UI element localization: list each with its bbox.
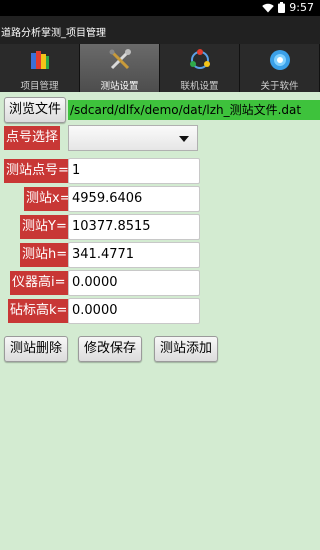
delete-station-button[interactable]: 测站删除 — [4, 336, 68, 362]
tab-about[interactable]: 关于软件 — [240, 44, 320, 92]
station-x-input[interactable]: 4959.6406 — [68, 186, 200, 212]
point-select-label: 点号选择 — [4, 126, 61, 150]
wifi-icon — [262, 3, 275, 13]
station-x-label: 测站x= — [24, 187, 73, 211]
clock: 9:57 — [289, 1, 314, 14]
globe-icon — [268, 48, 292, 72]
instrument-height-input[interactable]: 0.0000 — [68, 270, 200, 296]
target-height-input[interactable]: 0.0000 — [68, 298, 200, 324]
tools-icon — [108, 48, 132, 72]
status-bar: 9:57 — [0, 0, 320, 16]
tab-label: 测站设置 — [100, 81, 139, 92]
station-number-label: 测站点号= — [4, 159, 71, 183]
app-title: 道路分析掌测_项目管理 — [0, 16, 320, 44]
browse-file-button[interactable]: 浏览文件 — [4, 97, 66, 123]
add-station-button[interactable]: 测站添加 — [154, 336, 218, 362]
station-h-label: 测站h= — [20, 243, 70, 267]
network-icon — [188, 48, 212, 72]
tab-label: 项目管理 — [20, 81, 59, 92]
tab-project-management[interactable]: 项目管理 — [0, 44, 80, 92]
battery-icon — [278, 2, 286, 13]
books-icon — [28, 48, 52, 72]
save-changes-button[interactable]: 修改保存 — [78, 336, 142, 362]
tab-connection-settings[interactable]: 联机设置 — [160, 44, 240, 92]
file-path: /sdcard/dlfx/demo/dat/lzh_测站文件.dat — [68, 100, 320, 120]
instrument-height-label: 仪器高i= — [10, 271, 68, 295]
station-number-input[interactable]: 1 — [68, 158, 200, 184]
station-h-input[interactable]: 341.4771 — [68, 242, 200, 268]
station-y-input[interactable]: 10377.8515 — [68, 214, 200, 240]
tab-station-settings[interactable]: 测站设置 — [80, 44, 160, 92]
target-height-label: 砧标高k= — [8, 299, 70, 323]
station-y-label: 测站Y= — [20, 215, 69, 239]
tab-label: 联机设置 — [180, 81, 219, 92]
tab-label: 关于软件 — [260, 81, 299, 92]
chevron-down-icon — [179, 136, 189, 142]
station-settings-panel: 浏览文件 /sdcard/dlfx/demo/dat/lzh_测站文件.dat … — [0, 92, 320, 550]
tab-bar: 项目管理 测站设置 联机设置 关于软件 — [0, 44, 320, 92]
dropdown-value — [69, 130, 72, 145]
point-number-dropdown[interactable] — [68, 125, 198, 151]
